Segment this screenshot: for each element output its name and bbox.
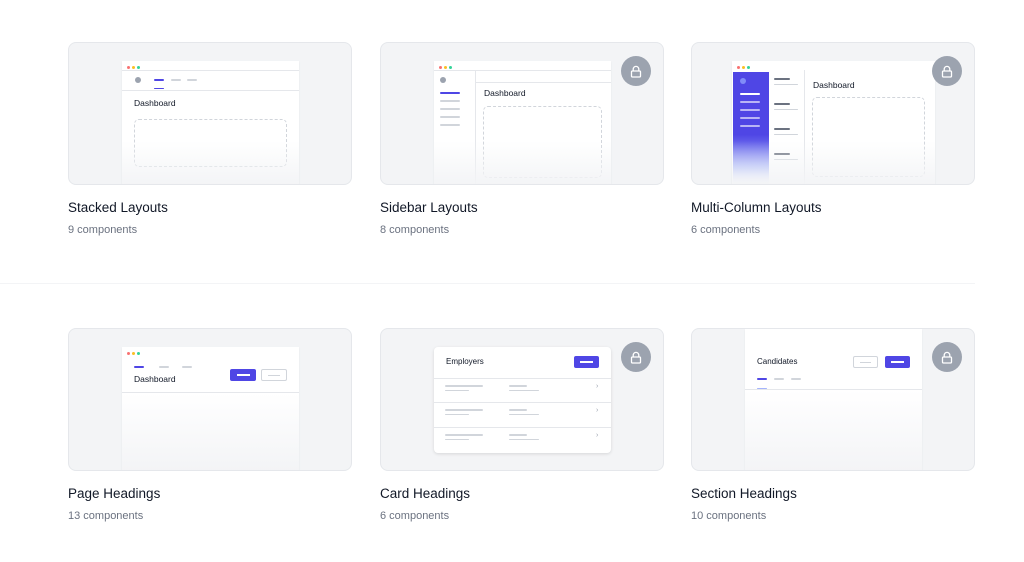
section-divider [0,283,975,284]
preview-label: Dashboard [484,88,526,98]
preview-thumbnail[interactable]: Employers › › › [380,328,664,471]
window-controls [439,66,452,69]
preview-label: Employers [446,357,484,366]
category-card-section-headings[interactable]: Candidates Section Headings 10 component… [691,328,975,522]
avatar [135,77,141,83]
category-card-page-headings[interactable]: Dashboard Page Headings 13 components [68,328,352,522]
preview-card: Employers › › › [434,347,611,453]
card-title[interactable]: Multi-Column Layouts [691,200,822,215]
preview-label: Dashboard [134,98,176,108]
window-controls [737,66,750,69]
preview-thumbnail[interactable]: Dashboard [380,42,664,185]
lock-badge [621,56,651,86]
preview-primary-button [574,356,599,368]
card-title[interactable]: Sidebar Layouts [380,200,478,215]
component-count: 6 components [691,224,761,236]
lock-icon [630,65,642,78]
lock-icon [941,65,953,78]
avatar [440,77,446,83]
preview-secondary-button [853,356,878,368]
window-controls [127,352,140,355]
component-count: 10 components [691,510,767,522]
preview-window: Dashboard [122,61,299,184]
card-title[interactable]: Section Headings [691,486,797,501]
preview-window: Dashboard [434,61,611,184]
card-title[interactable]: Stacked Layouts [68,200,168,215]
category-card-card-headings[interactable]: Employers › › › Card Headings 6 componen… [380,328,664,522]
category-card-stacked-layouts[interactable]: Dashboard Stacked Layouts 9 components [68,42,352,236]
preview-thumbnail[interactable]: Dashboard [68,328,352,471]
preview-window: Dashboard [122,347,299,470]
preview-secondary-button [261,369,287,381]
preview-primary-button [885,356,910,368]
window-controls [127,66,140,69]
preview-label: Dashboard [134,374,176,384]
lock-badge [932,342,962,372]
lock-icon [630,351,642,364]
preview-label: Candidates [757,357,798,366]
preview-thumbnail[interactable]: Dashboard [691,42,975,185]
lock-badge [621,342,651,372]
lock-icon [941,351,953,364]
card-title[interactable]: Page Headings [68,486,160,501]
component-count: 13 components [68,510,144,522]
preview-window: Dashboard [732,61,935,184]
preview-label: Dashboard [813,80,855,90]
preview-thumbnail[interactable]: Dashboard [68,42,352,185]
category-card-sidebar-layouts[interactable]: Dashboard Sidebar Layouts 8 components [380,42,664,236]
card-title[interactable]: Card Headings [380,486,470,501]
preview-window: Candidates [745,329,922,470]
category-card-multi-column-layouts[interactable]: Dashboard Multi-Column Layouts 6 compone… [691,42,975,236]
component-count: 8 components [380,224,450,236]
lock-badge [932,56,962,86]
preview-primary-button [230,369,256,381]
component-count: 9 components [68,224,138,236]
preview-thumbnail[interactable]: Candidates [691,328,975,471]
component-count: 6 components [380,510,450,522]
